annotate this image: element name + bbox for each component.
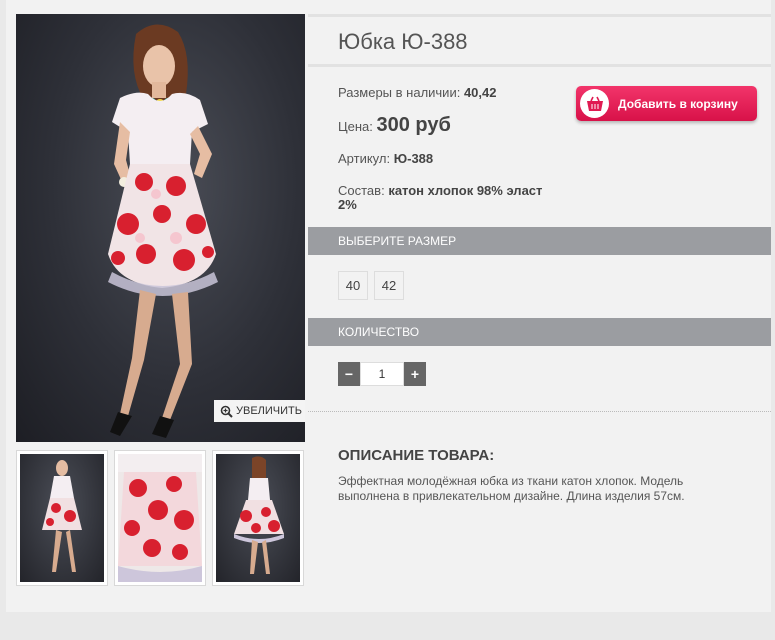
sizes-value: 40,42 — [463, 85, 497, 100]
composition-row: Состав: катон хлопок 98% эласт 2% — [338, 184, 558, 212]
basket-icon — [580, 89, 609, 118]
description-title: ОПИСАНИЕ ТОВАРА: — [338, 447, 495, 464]
sizes-label: Размеры в наличии: — [338, 85, 461, 100]
product-page: УВЕЛИЧИТЬ Юбка Ю-388 Размеры в наличии: … — [6, 0, 771, 612]
size-option-40[interactable]: 40 — [338, 271, 368, 300]
thumbnail-3[interactable] — [212, 450, 304, 586]
product-info: Размеры в наличии: 40,42 Цена: 300 руб А… — [338, 86, 558, 226]
price-label: Цена: — [338, 119, 373, 134]
zoom-label: УВЕЛИЧИТЬ — [236, 405, 302, 417]
size-section-header: ВЫБЕРИТЕ РАЗМЕР — [308, 227, 771, 255]
main-product-photo[interactable]: УВЕЛИЧИТЬ — [16, 14, 305, 442]
zoom-button[interactable]: УВЕЛИЧИТЬ — [214, 400, 305, 422]
sku-label: Артикул: — [338, 151, 391, 166]
add-to-cart-label: Добавить в корзину — [618, 96, 738, 111]
divider — [308, 411, 771, 412]
quantity-minus-button[interactable]: − — [338, 362, 360, 386]
thumbnail-strip — [16, 450, 304, 586]
price-row: Цена: 300 руб — [338, 115, 558, 135]
add-to-cart-button[interactable]: Добавить в корзину — [576, 86, 757, 121]
description-text: Эффектная молодёжная юбка из ткани катон… — [338, 474, 685, 503]
quantity-plus-button[interactable]: + — [404, 362, 426, 386]
magnifier-icon — [220, 405, 233, 418]
sizes-row: Размеры в наличии: 40,42 — [338, 86, 558, 100]
sku-value: Ю-388 — [393, 151, 434, 166]
product-title: Юбка Ю-388 — [338, 29, 468, 54]
quantity-input[interactable] — [360, 362, 404, 386]
size-option-42[interactable]: 42 — [374, 271, 404, 300]
thumbnail-1[interactable] — [16, 450, 108, 586]
price-value: 300 руб — [376, 114, 451, 136]
composition-label: Состав: — [338, 183, 385, 198]
quantity-section-header: КОЛИЧЕСТВО — [308, 318, 771, 346]
model-illustration — [108, 24, 218, 438]
sku-row: Артикул: Ю-388 — [338, 152, 558, 166]
thumbnail-2[interactable] — [114, 450, 206, 586]
title-bar: Юбка Ю-388 — [308, 14, 771, 67]
quantity-stepper: − + — [338, 362, 426, 386]
